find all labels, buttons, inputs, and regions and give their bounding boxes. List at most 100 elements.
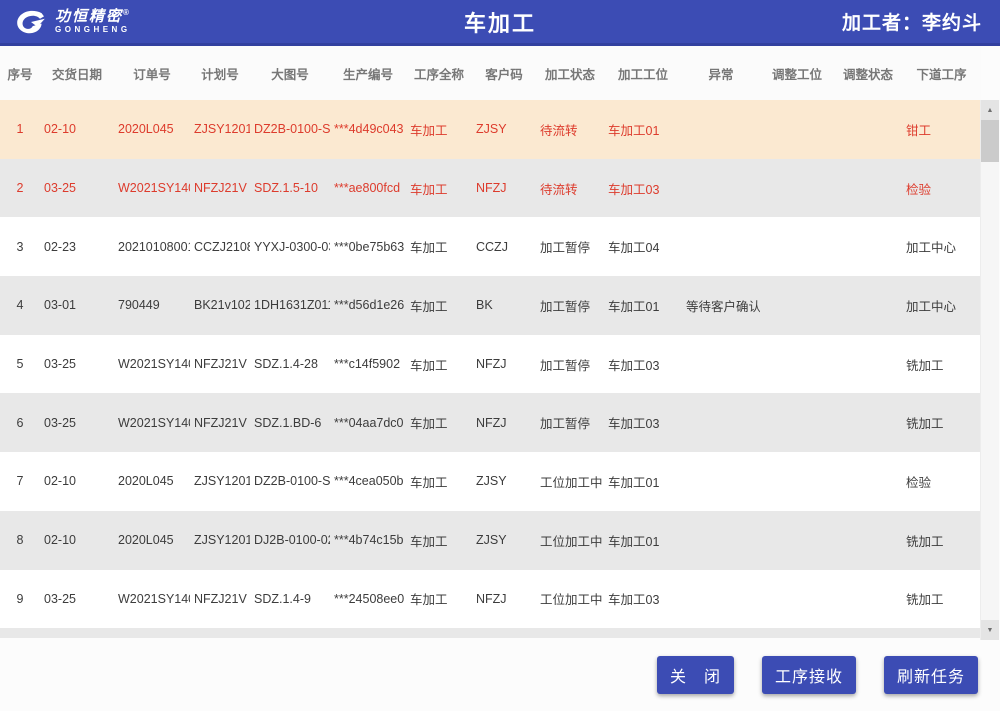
cell: 8 (0, 533, 40, 547)
cell: 790449 (114, 298, 190, 312)
column-header-5: 大图号 (250, 64, 330, 83)
cell: 检验 (902, 472, 981, 491)
cell: 铣加工 (902, 413, 981, 432)
cell: ***24508ee0 (330, 592, 406, 606)
cell: 03-25 (40, 357, 114, 371)
cell: 车加工04 (604, 237, 682, 256)
cell: ZJSY (472, 533, 536, 547)
operator-label: 加工者：李约斗 (842, 0, 982, 43)
cell: DZ2B-0100-S-N.1 (250, 474, 330, 488)
cell: 车加工 (406, 296, 472, 315)
cell: 车加工 (406, 179, 472, 198)
cell: 车加工 (406, 120, 472, 139)
cell: 03-25 (40, 181, 114, 195)
cell: NFZJ (472, 592, 536, 606)
table-row-1[interactable]: 102-102020L045ZJSY1201DZ2B-0100-S-N-***4… (0, 100, 981, 159)
cell: 铣加工 (902, 355, 981, 374)
table-row-2[interactable]: 203-25W2021SY140NFZJ21VSDZ.1.5-10***ae80… (0, 159, 981, 218)
cell: CCZJ (472, 240, 536, 254)
cell: W2021SY140 (114, 592, 190, 606)
cell: 加工暂停 (536, 413, 604, 432)
cell: 1 (0, 122, 40, 136)
cell: 待流转 (536, 179, 604, 198)
cell: 工位加工中 (536, 589, 604, 608)
table-body: 102-102020L045ZJSY1201DZ2B-0100-S-N-***4… (0, 100, 981, 638)
cell: ***ae800fcd (330, 181, 406, 195)
logo-text: 功恒精密® GONGHENG (55, 9, 131, 34)
cell: 工位加工中 (536, 472, 604, 491)
cell: 车加工01 (604, 531, 682, 550)
company-logo: 功恒精密® GONGHENG (0, 9, 131, 35)
table-header-row: 序号交货日期订单号计划号大图号生产编号工序全称客户码加工状态加工工位异常调整工位… (0, 46, 981, 100)
cell: 加工暂停 (536, 355, 604, 374)
cell: 车加工03 (604, 179, 682, 198)
cell: 车加工 (406, 589, 472, 608)
cell: 车加工 (406, 531, 472, 550)
logo-cn-text: 功恒精密® (55, 9, 131, 24)
column-header-6: 生产编号 (330, 64, 406, 83)
cell: ***4b74c15b (330, 533, 406, 547)
column-header-12: 调整工位 (760, 64, 834, 83)
logo-en-text: GONGHENG (55, 26, 131, 34)
scroll-up-button[interactable]: ▲ (981, 100, 999, 120)
table-row-partial[interactable] (0, 628, 981, 638)
cell: ***0be75b63 (330, 240, 406, 254)
cell: BK21v102 (190, 298, 250, 312)
table-row-9[interactable]: 903-25W2021SY140NFZJ21VSDZ.1.4-9***24508… (0, 570, 981, 629)
cell: NFZJ (472, 357, 536, 371)
cell: 车加工 (406, 237, 472, 256)
cell: NFZJ (472, 416, 536, 430)
cell: 工位加工中 (536, 531, 604, 550)
cell: 5 (0, 357, 40, 371)
table-row-3[interactable]: 302-23202101080011CCZJ2108YYXJ-0300-03**… (0, 217, 981, 276)
cell: 2020L045 (114, 122, 190, 136)
cell: BK (472, 298, 536, 312)
table-row-6[interactable]: 603-25W2021SY140NFZJ21VSDZ.1.BD-6***04aa… (0, 393, 981, 452)
vertical-scrollbar[interactable]: ▲ ▼ (980, 100, 999, 640)
cell: NFZJ (472, 181, 536, 195)
cell: ***d56d1e26 (330, 298, 406, 312)
cell: 钳工 (902, 120, 981, 139)
cell: W2021SY140 (114, 416, 190, 430)
cell: 车加工 (406, 355, 472, 374)
column-header-2: 交货日期 (40, 64, 114, 83)
cell: ZJSY (472, 474, 536, 488)
logo-swoosh-icon (14, 9, 48, 35)
column-header-13: 调整状态 (834, 64, 902, 83)
cell: ***04aa7dc0 (330, 416, 406, 430)
refresh-tasks-button[interactable]: 刷新任务 (884, 656, 978, 694)
cell: 检验 (902, 179, 981, 198)
scroll-down-button[interactable]: ▼ (981, 620, 999, 640)
cell: ***4d49c043 (330, 122, 406, 136)
cell: 03-25 (40, 416, 114, 430)
cell: 02-10 (40, 533, 114, 547)
cell: 待流转 (536, 120, 604, 139)
column-header-11: 异常 (682, 64, 760, 83)
cell: 3 (0, 240, 40, 254)
cell: NFZJ21V (190, 357, 250, 371)
cell: 4 (0, 298, 40, 312)
cell: 铣加工 (902, 589, 981, 608)
cell: SDZ.1.4-28 (250, 357, 330, 371)
cell: W2021SY140 (114, 357, 190, 371)
cell: 2020L045 (114, 533, 190, 547)
cell: NFZJ21V (190, 592, 250, 606)
table-row-5[interactable]: 503-25W2021SY140NFZJ21VSDZ.1.4-28***c14f… (0, 335, 981, 394)
cell: ZJSY1201 (190, 122, 250, 136)
table-row-4[interactable]: 403-01790449BK21v1021DH1631Z011***d56d1e… (0, 276, 981, 335)
close-button[interactable]: 关 闭 (657, 656, 734, 694)
table-row-8[interactable]: 802-102020L045ZJSY1201DJ2B-0100-02-03***… (0, 511, 981, 570)
column-header-14: 下道工序 (902, 64, 981, 83)
column-header-9: 加工状态 (536, 64, 604, 83)
cell: 03-01 (40, 298, 114, 312)
top-bar: 功恒精密® GONGHENG 车加工 加工者：李约斗 (0, 0, 1000, 46)
cell: 6 (0, 416, 40, 430)
process-receive-button[interactable]: 工序接收 (762, 656, 856, 694)
app-window: 功恒精密® GONGHENG 车加工 加工者：李约斗 序号交货日期订单号计划号大… (0, 0, 1000, 711)
cell: DJ2B-0100-02-03 (250, 533, 330, 547)
cell: ZJSY1201 (190, 533, 250, 547)
cell: NFZJ21V (190, 181, 250, 195)
scrollbar-thumb[interactable] (981, 120, 999, 162)
table-row-7[interactable]: 702-102020L045ZJSY1201DZ2B-0100-S-N.1***… (0, 452, 981, 511)
cell: SDZ.1.BD-6 (250, 416, 330, 430)
